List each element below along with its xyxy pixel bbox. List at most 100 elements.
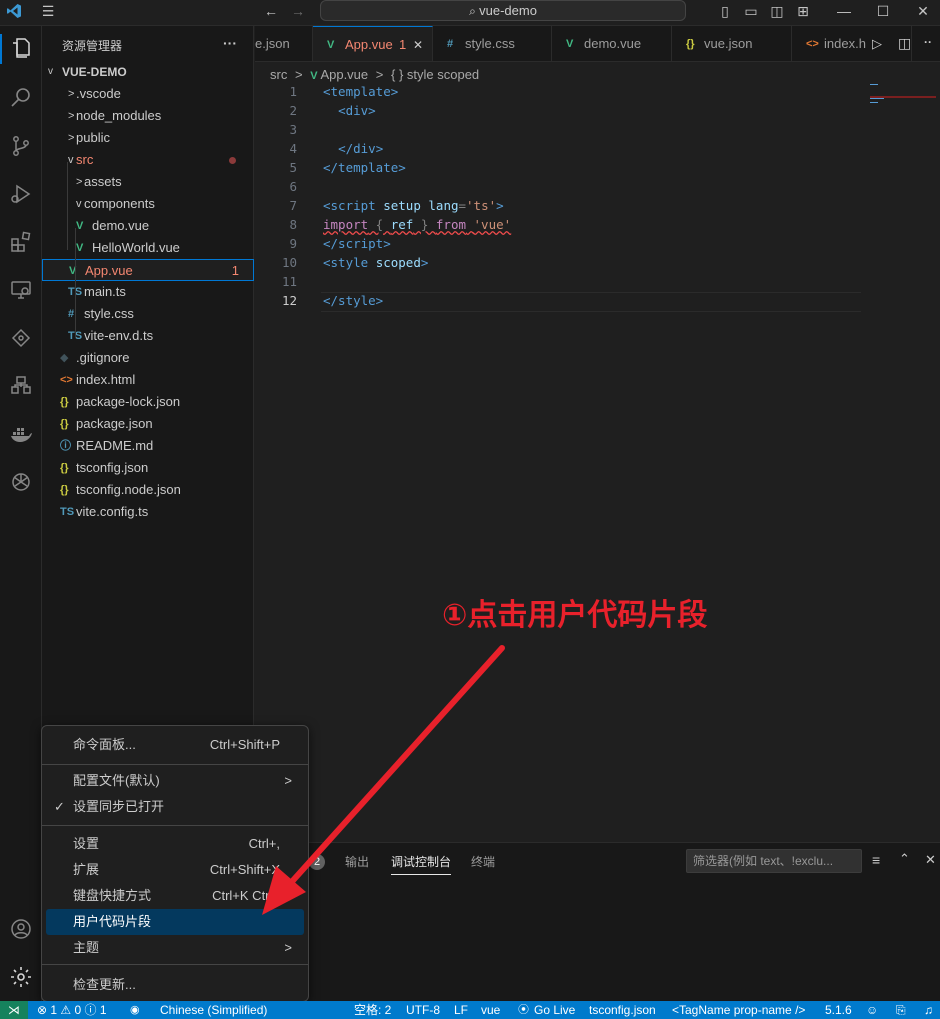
maximize-icon[interactable]: ☐ (874, 2, 892, 20)
docker-icon[interactable] (0, 416, 42, 452)
tree-item[interactable]: > assets (42, 171, 254, 193)
encoding-status[interactable]: UTF-8 (406, 1001, 440, 1019)
tree-item-label: vite-env.d.ts (84, 328, 154, 343)
tree-item[interactable]: ⓘ README.md (42, 435, 254, 457)
minimap[interactable] (868, 82, 938, 122)
tree-item[interactable]: # style.css (42, 303, 254, 325)
tree-item[interactable]: > .vscode (42, 83, 254, 105)
explorer-icon[interactable] (0, 30, 42, 66)
breadcrumb-symbol[interactable]: { } style scoped (391, 67, 479, 82)
language-mode-status[interactable]: vue (481, 1001, 500, 1019)
tree-item[interactable]: TS vite.config.ts (42, 501, 254, 523)
tree-item-label: components (84, 196, 155, 211)
back-arrow-icon[interactable]: ← (262, 2, 280, 20)
tree-item[interactable]: {} package-lock.json (42, 391, 254, 413)
format-icon[interactable]: ⎘ (896, 1001, 906, 1019)
menu-hamburger-icon[interactable]: ☰ (39, 2, 57, 20)
line-number: 6 (289, 179, 297, 194)
tree-item[interactable]: > public (42, 127, 254, 149)
problems-status[interactable]: ⊗ 1 ⚠ 0 ⓘ 1 (37, 1001, 107, 1019)
menu-item-label: 用户代码片段 (73, 914, 152, 929)
forward-arrow-icon[interactable]: → (289, 2, 307, 20)
source-control-icon[interactable] (0, 128, 42, 164)
tree-item[interactable]: TSvite-env.d.ts (42, 325, 254, 347)
editor-tabs: e.json V App.vue 1 ✕ # style.css Vdemo.vue {} vue… (255, 26, 940, 62)
split-editor-icon[interactable]: ◫ (898, 35, 911, 52)
menu-item[interactable]: 主题 > (46, 935, 304, 961)
tab-problem-badge: 1 (399, 37, 407, 52)
accounts-icon[interactable] (0, 911, 42, 947)
close-window-icon[interactable]: ✕ (914, 2, 932, 20)
eol-status[interactable]: LF (454, 1001, 468, 1019)
remote-explorer-icon[interactable] (0, 272, 42, 308)
tree-item-label: README.md (76, 438, 154, 453)
feedback-icon[interactable]: ☺ (866, 1001, 878, 1019)
minimize-icon[interactable]: — (835, 2, 853, 20)
tree-item[interactable]: <> index.html (42, 369, 254, 391)
extensions-icon[interactable] (0, 224, 42, 260)
indentation-status[interactable]: 空格: 2 (354, 1001, 391, 1019)
line-number: 12 (281, 293, 297, 308)
editor-tab[interactable]: {} vue.json (672, 26, 792, 61)
toggle-sidebar-icon[interactable]: ▯ (716, 2, 734, 20)
tagname-status[interactable]: <TagName prop-name /> (672, 1001, 805, 1019)
tree-item[interactable]: Vdemo.vue (42, 215, 254, 237)
chevron-icon: > (68, 88, 75, 100)
run-debug-icon[interactable] (0, 176, 42, 212)
filter-input[interactable]: 筛选器(例如 text、!exclu... (686, 849, 862, 873)
maximize-panel-icon[interactable]: ⌃ (899, 851, 910, 867)
customize-layout-icon[interactable]: ⊞ (794, 2, 812, 20)
golive-status[interactable]: Go Live (534, 1001, 575, 1019)
run-icon[interactable]: ▷ (872, 36, 882, 52)
manage-gear-icon[interactable] (0, 959, 42, 995)
remote-indicator[interactable]: ⋊ (0, 1001, 28, 1019)
git-lens-icon[interactable] (0, 320, 42, 356)
code-line-9: </script> (323, 236, 391, 251)
tsconfig-status[interactable]: tsconfig.json (589, 1001, 656, 1019)
eye-icon[interactable]: ◉ (130, 1001, 140, 1019)
tree-item[interactable]: {} tsconfig.json (42, 457, 254, 479)
tree-item[interactable]: > node_modules (42, 105, 254, 127)
tree-item[interactable]: v src (42, 149, 254, 171)
file-type-icon: <> (60, 374, 73, 386)
editor-tab[interactable]: V App.vue 1 ✕ (313, 26, 433, 61)
close-panel-icon[interactable]: ✕ (925, 852, 936, 868)
explorer-title: 资源管理器 (62, 39, 123, 53)
menu-separator (42, 964, 308, 965)
code-line-2: <div> (338, 103, 376, 118)
ts-version-status[interactable]: 5.1.6 (825, 1001, 852, 1019)
line-number: 11 (281, 274, 297, 289)
editor-tab[interactable]: <> index.h (792, 26, 912, 61)
tree-item[interactable]: ◆ .gitignore (42, 347, 254, 369)
file-type-icon: V (76, 220, 84, 232)
menu-item[interactable]: 检查更新... (46, 972, 304, 998)
testing-icon[interactable] (0, 368, 42, 404)
tree-item[interactable]: V App.vue 1 (42, 259, 254, 281)
editor-tab[interactable]: e.json (255, 26, 313, 61)
explorer-more-button[interactable]: ··· (223, 35, 237, 51)
command-center-search[interactable]: ⌕ vue-demo (320, 0, 686, 21)
toggle-secondary-sidebar-icon[interactable]: ◫ (768, 2, 786, 20)
breadcrumb-file[interactable]: App.vue (320, 67, 368, 82)
toggle-panel-icon[interactable]: ▭ (742, 2, 760, 20)
golive-icon[interactable]: ⦿ (518, 1001, 529, 1019)
tree-item[interactable]: {} tsconfig.node.json (42, 479, 254, 501)
editor-tab[interactable]: # style.css (433, 26, 552, 61)
search-icon[interactable] (0, 80, 42, 116)
more-actions-icon[interactable]: ·· (924, 35, 932, 49)
tree-item-label: .gitignore (76, 350, 130, 365)
tree-item[interactable]: V HelloWorld.vue (42, 237, 254, 259)
language-pack-status[interactable]: Chinese (Simplified) (160, 1001, 267, 1019)
chevron-icon: > (76, 176, 83, 188)
editor-tab[interactable]: Vdemo.vue (552, 26, 672, 61)
tree-item[interactable]: v components (42, 193, 254, 215)
close-tab-icon[interactable]: ✕ (413, 27, 423, 61)
chatgpt-icon[interactable] (0, 464, 42, 500)
menu-item-label: 配置文件(默认) (73, 773, 160, 788)
wrap-lines-icon[interactable]: ≡ (872, 852, 880, 868)
tree-item[interactable]: {} package.json (42, 413, 254, 435)
workspace-root[interactable]: v VUE-DEMO (42, 61, 254, 83)
tree-item[interactable]: TSmain.ts (42, 281, 254, 303)
breadcrumb-src[interactable]: src (270, 67, 287, 82)
notifications-bell-icon[interactable]: ♫ (924, 1001, 933, 1019)
